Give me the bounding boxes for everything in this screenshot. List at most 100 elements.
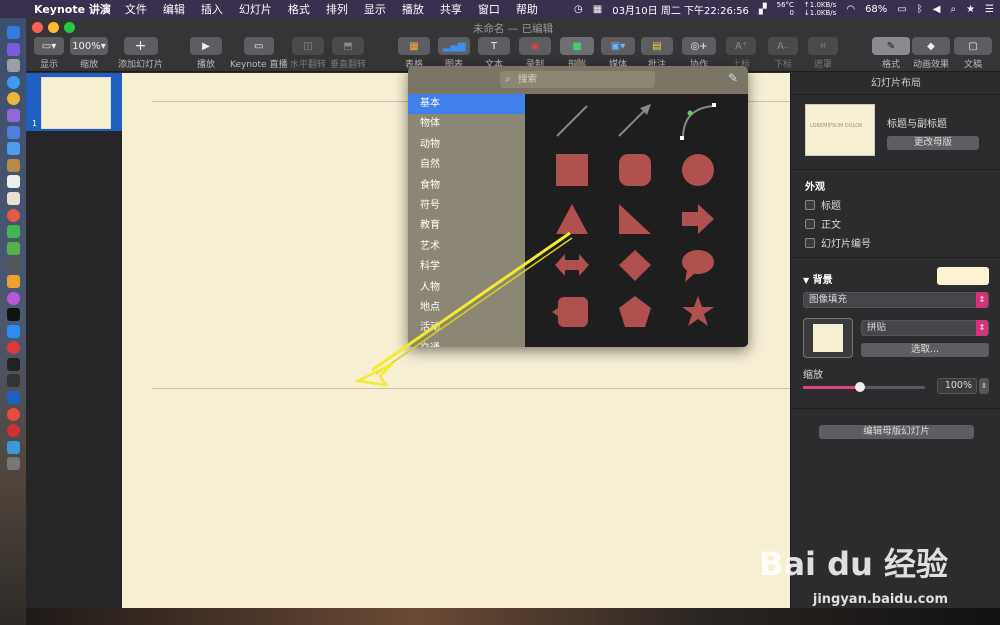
pencil-icon[interactable]: ✎ xyxy=(728,71,738,85)
yandex-icon[interactable] xyxy=(6,407,20,421)
menu-play[interactable]: 播放 xyxy=(402,1,424,17)
bluetooth-icon[interactable]: ᛒ xyxy=(917,4,923,15)
menu-window[interactable]: 窗口 xyxy=(478,1,500,17)
input-method-icon[interactable]: ▞ xyxy=(759,4,767,15)
trash-icon[interactable] xyxy=(6,457,20,471)
fill-type-popup[interactable]: 图像填充 ⇕ xyxy=(803,292,989,308)
zoom-menu[interactable]: 100% ▾ 缩放 xyxy=(70,37,108,70)
sync-icon[interactable]: ◷ xyxy=(574,4,583,15)
menu-slide[interactable]: 幻灯片 xyxy=(239,1,272,17)
category-basic[interactable]: 基本 xyxy=(408,94,525,115)
title-checkbox[interactable] xyxy=(805,199,815,210)
menu-view[interactable]: 显示 xyxy=(364,1,386,17)
activity-monitor-icon[interactable] xyxy=(6,374,20,388)
speech-bubble-shape[interactable] xyxy=(682,250,714,282)
animate-tab[interactable]: ◆ 动画效果 xyxy=(912,37,950,70)
volume-icon[interactable]: ◀ xyxy=(933,4,941,15)
preview-icon[interactable] xyxy=(6,142,20,156)
menu-file[interactable]: 文件 xyxy=(125,1,147,17)
control-center-icon[interactable]: ☰ xyxy=(985,4,994,15)
photos-icon[interactable] xyxy=(6,208,20,222)
menu-insert[interactable]: 插入 xyxy=(201,1,223,17)
arrow-shape[interactable] xyxy=(682,204,714,234)
document-tab[interactable]: ▢ 文稿 xyxy=(954,37,992,70)
tile-mode-popup[interactable]: 拼贴 ⇕ xyxy=(861,320,989,336)
category-transportation[interactable]: 交通 xyxy=(408,339,525,347)
flip-horizontal-button[interactable]: ◫ 水平翻转 xyxy=(290,37,326,70)
network-readout[interactable]: ↑1.0KB/s ↓1.0KB/s xyxy=(804,1,836,17)
diamond-shape[interactable] xyxy=(619,250,651,281)
curve-shape[interactable] xyxy=(680,103,716,140)
play-button[interactable]: ▶ 播放 xyxy=(190,37,222,70)
slide-thumbnail-selected[interactable]: 1 xyxy=(26,73,122,131)
square-shape[interactable] xyxy=(556,154,588,186)
mail-icon[interactable] xyxy=(6,125,20,139)
callout-square-shape[interactable] xyxy=(552,297,588,327)
category-science[interactable]: 科学 xyxy=(408,257,525,277)
calendar-app-icon[interactable] xyxy=(6,191,20,205)
notes-icon[interactable] xyxy=(6,158,20,172)
siri-icon[interactable] xyxy=(6,42,20,56)
flip-vertical-button[interactable]: ⬒ 垂直翻转 xyxy=(330,37,366,70)
category-food[interactable]: 食物 xyxy=(408,176,525,196)
launchpad-icon[interactable] xyxy=(6,59,20,73)
app-menu[interactable]: Keynote 讲演 xyxy=(34,1,111,17)
triangle-shape[interactable] xyxy=(556,204,588,234)
category-symbols[interactable]: 符号 xyxy=(408,196,525,216)
spotlight-icon[interactable]: ⌕ xyxy=(950,4,956,15)
terminal-icon[interactable] xyxy=(6,357,20,371)
category-nature[interactable]: 自然 xyxy=(408,155,525,175)
image-well[interactable] xyxy=(803,318,853,358)
podcasts-icon[interactable] xyxy=(6,291,20,305)
messages-icon[interactable] xyxy=(6,225,20,239)
body-checkbox-row[interactable]: 正文 xyxy=(805,216,841,231)
category-education[interactable]: 教育 xyxy=(408,216,525,236)
sensor-readout[interactable]: 56°C 0 xyxy=(777,1,794,17)
subscript-button[interactable]: A₋ 下标 xyxy=(768,37,798,70)
edit-master-slide-button[interactable]: 编辑母版幻灯片 xyxy=(819,425,974,439)
pentagon-shape[interactable] xyxy=(619,296,651,327)
chrome-icon[interactable] xyxy=(6,92,20,106)
category-activities[interactable]: 活动 xyxy=(408,318,525,338)
app-icon[interactable] xyxy=(6,108,20,122)
category-objects[interactable]: 物体 xyxy=(408,114,525,134)
apple-tv-icon[interactable] xyxy=(6,308,20,322)
scale-slider-knob[interactable] xyxy=(855,382,866,392)
double-arrow-shape[interactable] xyxy=(555,254,589,276)
slide-number-checkbox[interactable] xyxy=(805,237,815,248)
keynote-live-button[interactable]: ▭ Keynote 直播 xyxy=(230,37,287,70)
battery-percent[interactable]: 68% xyxy=(865,4,887,15)
category-arts[interactable]: 艺术 xyxy=(408,237,525,257)
view-menu[interactable]: ▭▾ 显示 xyxy=(34,37,64,70)
category-places[interactable]: 地点 xyxy=(408,298,525,318)
battery-icon[interactable]: ▭ xyxy=(897,4,906,15)
shape-search-field[interactable]: ⌕ 搜索 xyxy=(500,71,655,88)
wifi-icon[interactable]: ◠ xyxy=(846,4,855,15)
system-prefs-icon[interactable] xyxy=(6,258,20,272)
add-slide-button[interactable]: + 添加幻灯片 xyxy=(118,37,163,70)
body-checkbox[interactable] xyxy=(805,218,815,229)
choose-image-button[interactable]: 选取... xyxy=(861,343,989,357)
title-checkbox-row[interactable]: 标题 xyxy=(805,197,841,212)
menu-edit[interactable]: 编辑 xyxy=(163,1,185,17)
circle-shape[interactable] xyxy=(682,154,714,186)
arrow-line-shape[interactable] xyxy=(618,104,651,137)
scale-slider[interactable] xyxy=(803,382,925,392)
slide-number-checkbox-row[interactable]: 幻灯片编号 xyxy=(805,235,871,250)
vpn-icon[interactable] xyxy=(6,391,20,405)
background-section[interactable]: ▼ 背景 xyxy=(803,271,833,286)
netease-music-icon[interactable] xyxy=(6,424,20,438)
star-shape[interactable] xyxy=(682,296,714,326)
datetime[interactable]: 03月10日 周二 下午22:26:56 xyxy=(612,2,749,17)
rounded-square-shape[interactable] xyxy=(619,154,651,186)
favorites-icon[interactable]: ★ xyxy=(966,4,975,15)
menu-help[interactable]: 帮助 xyxy=(516,1,538,17)
downloads-icon[interactable] xyxy=(6,440,20,454)
menu-arrange[interactable]: 排列 xyxy=(326,1,348,17)
finder-icon[interactable] xyxy=(6,26,20,39)
vivaldi-icon[interactable] xyxy=(6,341,20,355)
scale-value-field[interactable]: 100% xyxy=(937,378,977,394)
calendar-icon[interactable]: ▦ xyxy=(593,4,602,15)
layout-thumbnail[interactable]: LOREMIPSUM DOLOR xyxy=(805,104,875,156)
menu-share[interactable]: 共享 xyxy=(440,1,462,17)
